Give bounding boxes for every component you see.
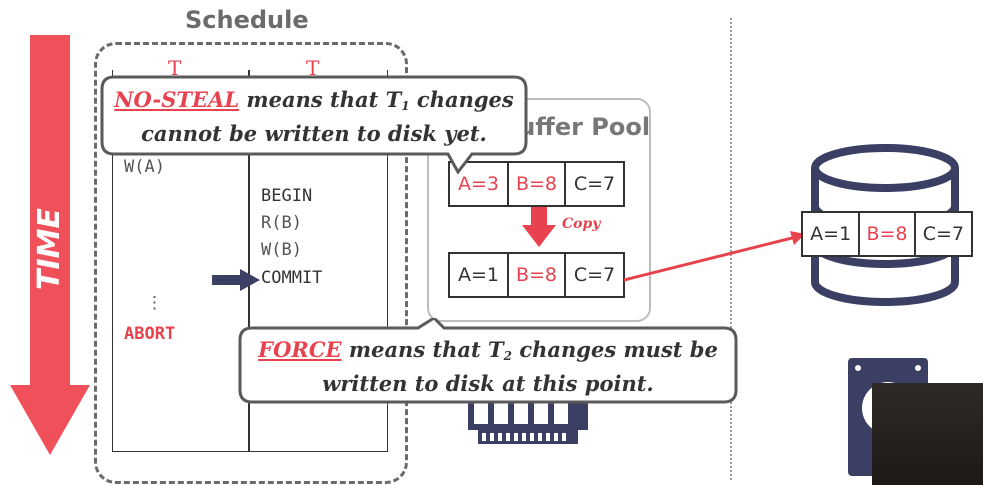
schedule-title: Schedule	[185, 6, 309, 34]
no-steal-callout: NO-STEAL means that T1 changes cannot be…	[100, 74, 530, 174]
presenter-video-overlay	[872, 383, 983, 485]
copy-arrow-icon	[522, 207, 556, 247]
disk-cell-b: B=8	[860, 213, 916, 255]
no-steal-term: NO-STEAL	[114, 87, 240, 112]
buffer-pool-bottom-row: A=1 B=8 C=7	[448, 252, 625, 298]
t2-op-write-b: W(B)	[261, 240, 302, 260]
no-steal-line-1: NO-STEAL means that T1 changes	[114, 87, 514, 113]
buffer-copy-cell-b: B=8	[509, 254, 566, 296]
time-label-text: TIME	[32, 208, 67, 290]
t2-op-read-b: R(B)	[261, 213, 302, 233]
force-line-2: written to disk at this point.	[322, 371, 654, 396]
buffer-copy-cell-a: A=1	[450, 254, 509, 296]
t1-op-ellipsis: ⋮	[146, 293, 163, 313]
disk-row: A=1 B=8 C=7	[801, 211, 973, 257]
force-term: FORCE	[258, 337, 342, 362]
no-steal-line-2: cannot be written to disk yet.	[141, 121, 487, 146]
force-line-1: FORCE means that T2 changes must be	[258, 337, 718, 363]
time-axis-label: TIME	[12, 170, 82, 310]
copy-label: Copy	[562, 216, 601, 232]
disk-cell-c: C=7	[922, 223, 964, 245]
t2-op-commit: COMMIT	[261, 268, 323, 288]
disk-cell-a: A=1	[803, 213, 861, 255]
t2-op-begin: BEGIN	[261, 186, 313, 206]
t1-op-abort: ABORT	[124, 324, 176, 344]
current-step-arrow-icon	[212, 269, 260, 291]
force-callout: FORCE means that T2 changes must be writ…	[238, 318, 738, 406]
write-to-disk-arrow	[623, 231, 805, 282]
buffer-cell-c: C=7	[573, 173, 616, 195]
